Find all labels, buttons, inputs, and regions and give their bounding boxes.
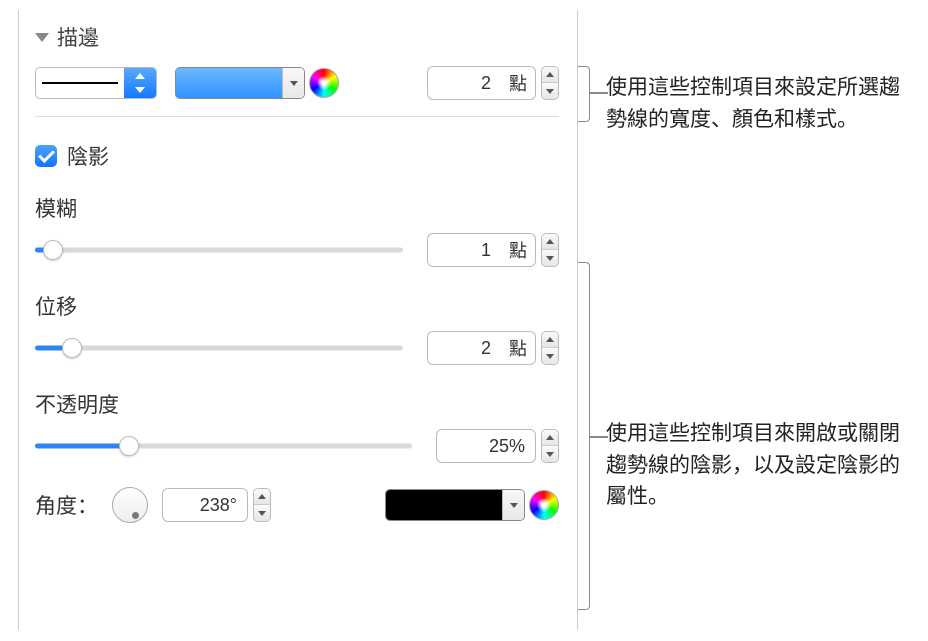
offset-label: 位移 [35, 291, 559, 321]
opacity-group: 不透明度 [35, 389, 559, 463]
opacity-slider[interactable] [35, 436, 412, 456]
offset-slider[interactable] [35, 338, 403, 358]
shadow-checkbox-label: 陰影 [67, 141, 109, 171]
callout-shadow: 使用這些控制項目來開啟或關閉趨勢線的陰影，以及設定陰影的屬性。 [606, 418, 906, 513]
angle-row: 角度： [35, 487, 559, 523]
stroke-style-preview [36, 68, 124, 98]
chevron-down-icon [502, 490, 524, 520]
stepper-down-icon[interactable] [254, 505, 270, 521]
offset-group: 位移 點 [35, 291, 559, 365]
angle-field [162, 488, 271, 522]
stepper-up-icon[interactable] [542, 234, 558, 250]
stepper-up-icon[interactable] [542, 332, 558, 348]
blur-slider[interactable] [35, 240, 403, 260]
stroke-width-stepper[interactable] [541, 66, 559, 100]
stepper-up-icon[interactable] [542, 67, 558, 83]
offset-unit: 點 [501, 331, 536, 365]
stroke-section-title: 描邊 [57, 22, 99, 52]
offset-input[interactable] [427, 331, 501, 365]
stroke-width-field: 點 [427, 66, 559, 100]
blur-stepper[interactable] [541, 233, 559, 267]
color-wheel-icon[interactable] [309, 68, 339, 98]
shadow-color-well[interactable] [385, 489, 525, 521]
angle-stepper[interactable] [253, 488, 271, 522]
blur-field: 點 [427, 233, 559, 267]
opacity-input[interactable] [436, 429, 536, 463]
offset-stepper[interactable] [541, 331, 559, 365]
format-panel: 描邊 點 陰影 模糊 [18, 10, 578, 630]
stroke-section-header[interactable]: 描邊 [35, 22, 559, 52]
stepper-up-icon[interactable] [542, 430, 558, 446]
stroke-color-swatch [176, 68, 282, 98]
stepper-down-icon[interactable] [542, 348, 558, 364]
callout-stroke: 使用這些控制項目來設定所選趨勢線的寬度、顏色和樣式。 [606, 72, 906, 135]
stroke-color-well[interactable] [175, 67, 305, 99]
chevron-down-icon [282, 68, 304, 98]
opacity-field [436, 429, 559, 463]
angle-label: 角度： [35, 490, 98, 520]
stroke-width-unit: 點 [501, 66, 536, 100]
blur-group: 模糊 點 [35, 193, 559, 267]
stroke-width-input[interactable] [427, 66, 501, 100]
shadow-checkbox-row[interactable]: 陰影 [35, 141, 559, 171]
blur-label: 模糊 [35, 193, 559, 223]
blur-unit: 點 [501, 233, 536, 267]
opacity-label: 不透明度 [35, 389, 559, 419]
stepper-down-icon[interactable] [542, 83, 558, 99]
stepper-up-icon[interactable] [254, 489, 270, 505]
checkbox-checked-icon[interactable] [35, 145, 57, 167]
callout-stroke-text: 使用這些控制項目來設定所選趨勢線的寬度、顏色和樣式。 [606, 76, 900, 131]
shadow-color-swatch [386, 490, 502, 520]
stroke-controls-row: 點 [35, 66, 559, 100]
stepper-down-icon[interactable] [542, 446, 558, 462]
divider [35, 116, 559, 117]
stroke-style-popup-arrows-icon [124, 68, 156, 98]
stepper-down-icon[interactable] [542, 250, 558, 266]
blur-input[interactable] [427, 233, 501, 267]
disclosure-triangle-icon [35, 33, 49, 42]
opacity-stepper[interactable] [541, 429, 559, 463]
stroke-style-popup[interactable] [35, 67, 157, 99]
angle-input[interactable] [162, 488, 248, 522]
color-wheel-icon[interactable] [529, 490, 559, 520]
callout-shadow-text: 使用這些控制項目來開啟或關閉趨勢線的陰影，以及設定陰影的屬性。 [606, 422, 900, 508]
offset-field: 點 [427, 331, 559, 365]
angle-dial[interactable] [112, 487, 148, 523]
